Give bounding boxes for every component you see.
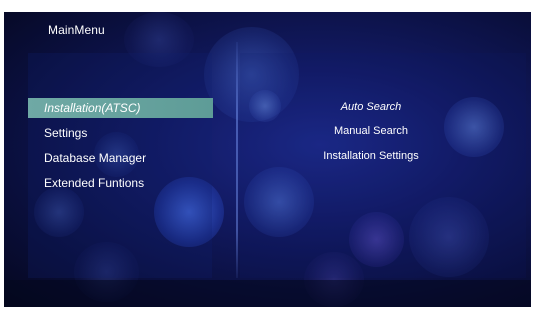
submenu-item-manual-search[interactable]: Manual Search <box>274 125 468 137</box>
bottom-bar <box>4 280 531 307</box>
submenu-panel <box>240 53 526 278</box>
menu-item-database-manager[interactable]: Database Manager <box>28 148 146 168</box>
menu-item-settings[interactable]: Settings <box>28 123 87 143</box>
menu-item-installation-atsc[interactable]: Installation(ATSC) <box>28 98 213 118</box>
submenu-item-auto-search[interactable]: Auto Search <box>274 101 468 113</box>
menu-title: MainMenu <box>48 23 105 37</box>
menu-item-extended-functions[interactable]: Extended Funtions <box>28 173 144 193</box>
submenu-item-installation-settings[interactable]: Installation Settings <box>274 150 468 162</box>
panel-divider <box>236 42 238 278</box>
tv-screen: MainMenu Installation(ATSC) Settings Dat… <box>4 12 531 307</box>
